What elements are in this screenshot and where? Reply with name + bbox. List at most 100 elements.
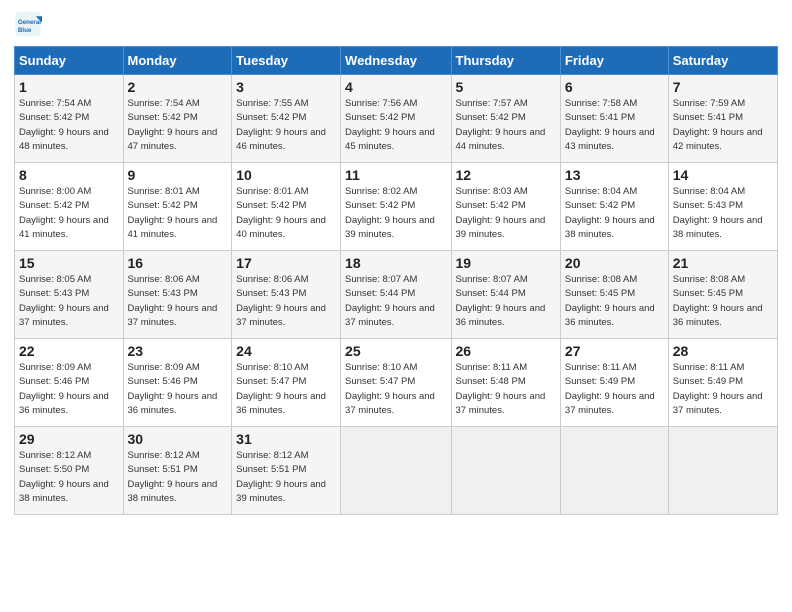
day-info: Sunrise: 7:58 AMSunset: 5:41 PMDaylight:… — [565, 97, 664, 154]
calendar-cell: 31 Sunrise: 8:12 AMSunset: 5:51 PMDayligh… — [232, 427, 341, 515]
day-info: Sunrise: 7:54 AMSunset: 5:42 PMDaylight:… — [128, 97, 228, 154]
calendar-cell: 4 Sunrise: 7:56 AMSunset: 5:42 PMDaylight… — [341, 75, 451, 163]
calendar-cell: 24 Sunrise: 8:10 AMSunset: 5:47 PMDayligh… — [232, 339, 341, 427]
day-number: 30 — [128, 431, 228, 447]
day-info: Sunrise: 8:07 AMSunset: 5:44 PMDaylight:… — [345, 273, 446, 330]
calendar-cell: 26 Sunrise: 8:11 AMSunset: 5:48 PMDayligh… — [451, 339, 560, 427]
header: General Blue — [14, 10, 778, 38]
day-info: Sunrise: 8:04 AMSunset: 5:43 PMDaylight:… — [673, 185, 773, 242]
day-number: 28 — [673, 343, 773, 359]
day-number: 5 — [456, 79, 556, 95]
calendar-cell: 9 Sunrise: 8:01 AMSunset: 5:42 PMDaylight… — [123, 163, 232, 251]
calendar-cell: 3Sunrise: 7:55 AMSunset: 5:42 PMDaylight… — [232, 75, 341, 163]
logo: General Blue — [14, 10, 44, 38]
day-info: Sunrise: 7:57 AMSunset: 5:42 PMDaylight:… — [456, 97, 556, 154]
calendar-cell: 11 Sunrise: 8:02 AMSunset: 5:42 PMDayligh… — [341, 163, 451, 251]
day-info: Sunrise: 7:56 AMSunset: 5:42 PMDaylight:… — [345, 97, 446, 154]
day-number: 12 — [456, 167, 556, 183]
day-number: 23 — [128, 343, 228, 359]
day-info: Sunrise: 8:01 AMSunset: 5:42 PMDaylight:… — [236, 185, 336, 242]
day-info: Sunrise: 8:00 AMSunset: 5:42 PMDaylight:… — [19, 185, 119, 242]
calendar-cell: 20Sunrise: 8:08 AMSunset: 5:45 PMDayligh… — [560, 251, 668, 339]
calendar-cell: 18Sunrise: 8:07 AMSunset: 5:44 PMDayligh… — [341, 251, 451, 339]
day-number: 22 — [19, 343, 119, 359]
header-wednesday: Wednesday — [341, 47, 451, 75]
day-info: Sunrise: 8:10 AMSunset: 5:47 PMDaylight:… — [236, 361, 336, 418]
day-number: 21 — [673, 255, 773, 271]
day-number: 31 — [236, 431, 336, 447]
day-number: 26 — [456, 343, 556, 359]
calendar-cell: 8 Sunrise: 8:00 AMSunset: 5:42 PMDaylight… — [15, 163, 124, 251]
calendar-cell — [451, 427, 560, 515]
logo-icon: General Blue — [14, 10, 42, 38]
day-number: 27 — [565, 343, 664, 359]
calendar-cell: 7 Sunrise: 7:59 AMSunset: 5:41 PMDaylight… — [668, 75, 777, 163]
day-number: 29 — [19, 431, 119, 447]
day-info: Sunrise: 8:07 AMSunset: 5:44 PMDaylight:… — [456, 273, 556, 330]
day-number: 7 — [673, 79, 773, 95]
day-info: Sunrise: 8:05 AMSunset: 5:43 PMDaylight:… — [19, 273, 119, 330]
header-friday: Friday — [560, 47, 668, 75]
day-number: 13 — [565, 167, 664, 183]
day-info: Sunrise: 8:12 AMSunset: 5:51 PMDaylight:… — [236, 449, 336, 506]
calendar-row: 8 Sunrise: 8:00 AMSunset: 5:42 PMDaylight… — [15, 163, 778, 251]
day-number: 25 — [345, 343, 446, 359]
day-number: 24 — [236, 343, 336, 359]
day-info: Sunrise: 7:59 AMSunset: 5:41 PMDaylight:… — [673, 97, 773, 154]
day-info: Sunrise: 8:09 AMSunset: 5:46 PMDaylight:… — [19, 361, 119, 418]
calendar-row: 29Sunrise: 8:12 AMSunset: 5:50 PMDayligh… — [15, 427, 778, 515]
calendar-row: 1 Sunrise: 7:54 AMSunset: 5:42 PMDaylight… — [15, 75, 778, 163]
calendar-cell: 14 Sunrise: 8:04 AMSunset: 5:43 PMDayligh… — [668, 163, 777, 251]
day-info: Sunrise: 8:08 AMSunset: 5:45 PMDaylight:… — [565, 273, 664, 330]
day-number: 9 — [128, 167, 228, 183]
calendar-cell: 6Sunrise: 7:58 AMSunset: 5:41 PMDaylight… — [560, 75, 668, 163]
calendar-cell: 21 Sunrise: 8:08 AMSunset: 5:45 PMDayligh… — [668, 251, 777, 339]
day-number: 19 — [456, 255, 556, 271]
day-info: Sunrise: 8:06 AMSunset: 5:43 PMDaylight:… — [128, 273, 228, 330]
calendar-cell: 1 Sunrise: 7:54 AMSunset: 5:42 PMDaylight… — [15, 75, 124, 163]
calendar-row: 15 Sunrise: 8:05 AMSunset: 5:43 PMDayligh… — [15, 251, 778, 339]
day-info: Sunrise: 8:10 AMSunset: 5:47 PMDaylight:… — [345, 361, 446, 418]
svg-text:Blue: Blue — [18, 27, 32, 34]
day-info: Sunrise: 8:03 AMSunset: 5:42 PMDaylight:… — [456, 185, 556, 242]
calendar-cell: 17Sunrise: 8:06 AMSunset: 5:43 PMDayligh… — [232, 251, 341, 339]
calendar-cell — [560, 427, 668, 515]
calendar-header: Sunday Monday Tuesday Wednesday Thursday… — [15, 47, 778, 75]
day-number: 4 — [345, 79, 446, 95]
day-number: 11 — [345, 167, 446, 183]
day-info: Sunrise: 8:01 AMSunset: 5:42 PMDaylight:… — [128, 185, 228, 242]
calendar-body: 1 Sunrise: 7:54 AMSunset: 5:42 PMDaylight… — [15, 75, 778, 515]
day-number: 14 — [673, 167, 773, 183]
calendar-cell — [668, 427, 777, 515]
day-number: 15 — [19, 255, 119, 271]
day-number: 10 — [236, 167, 336, 183]
day-number: 17 — [236, 255, 336, 271]
calendar-cell: 25 Sunrise: 8:10 AMSunset: 5:47 PMDayligh… — [341, 339, 451, 427]
calendar-cell: 2Sunrise: 7:54 AMSunset: 5:42 PMDaylight… — [123, 75, 232, 163]
header-monday: Monday — [123, 47, 232, 75]
calendar-cell: 16 Sunrise: 8:06 AMSunset: 5:43 PMDayligh… — [123, 251, 232, 339]
day-number: 16 — [128, 255, 228, 271]
calendar-cell: 27Sunrise: 8:11 AMSunset: 5:49 PMDayligh… — [560, 339, 668, 427]
calendar-cell: 19 Sunrise: 8:07 AMSunset: 5:44 PMDayligh… — [451, 251, 560, 339]
calendar-cell — [341, 427, 451, 515]
day-info: Sunrise: 8:08 AMSunset: 5:45 PMDaylight:… — [673, 273, 773, 330]
header-thursday: Thursday — [451, 47, 560, 75]
calendar-cell: 28Sunrise: 8:11 AMSunset: 5:49 PMDayligh… — [668, 339, 777, 427]
day-info: Sunrise: 7:55 AMSunset: 5:42 PMDaylight:… — [236, 97, 336, 154]
day-info: Sunrise: 8:02 AMSunset: 5:42 PMDaylight:… — [345, 185, 446, 242]
day-info: Sunrise: 7:54 AMSunset: 5:42 PMDaylight:… — [19, 97, 119, 154]
calendar-table: Sunday Monday Tuesday Wednesday Thursday… — [14, 46, 778, 515]
calendar-cell: 5 Sunrise: 7:57 AMSunset: 5:42 PMDaylight… — [451, 75, 560, 163]
page-container: General Blue Sunday Monday Tuesday Wedne… — [0, 0, 792, 525]
day-info: Sunrise: 8:09 AMSunset: 5:46 PMDaylight:… — [128, 361, 228, 418]
header-saturday: Saturday — [668, 47, 777, 75]
calendar-cell: 23 Sunrise: 8:09 AMSunset: 5:46 PMDayligh… — [123, 339, 232, 427]
calendar-row: 22 Sunrise: 8:09 AMSunset: 5:46 PMDayligh… — [15, 339, 778, 427]
calendar-cell: 10 Sunrise: 8:01 AMSunset: 5:42 PMDayligh… — [232, 163, 341, 251]
day-info: Sunrise: 8:11 AMSunset: 5:48 PMDaylight:… — [456, 361, 556, 418]
calendar-cell: 29Sunrise: 8:12 AMSunset: 5:50 PMDayligh… — [15, 427, 124, 515]
calendar-cell: 12 Sunrise: 8:03 AMSunset: 5:42 PMDayligh… — [451, 163, 560, 251]
day-number: 8 — [19, 167, 119, 183]
day-number: 1 — [19, 79, 119, 95]
